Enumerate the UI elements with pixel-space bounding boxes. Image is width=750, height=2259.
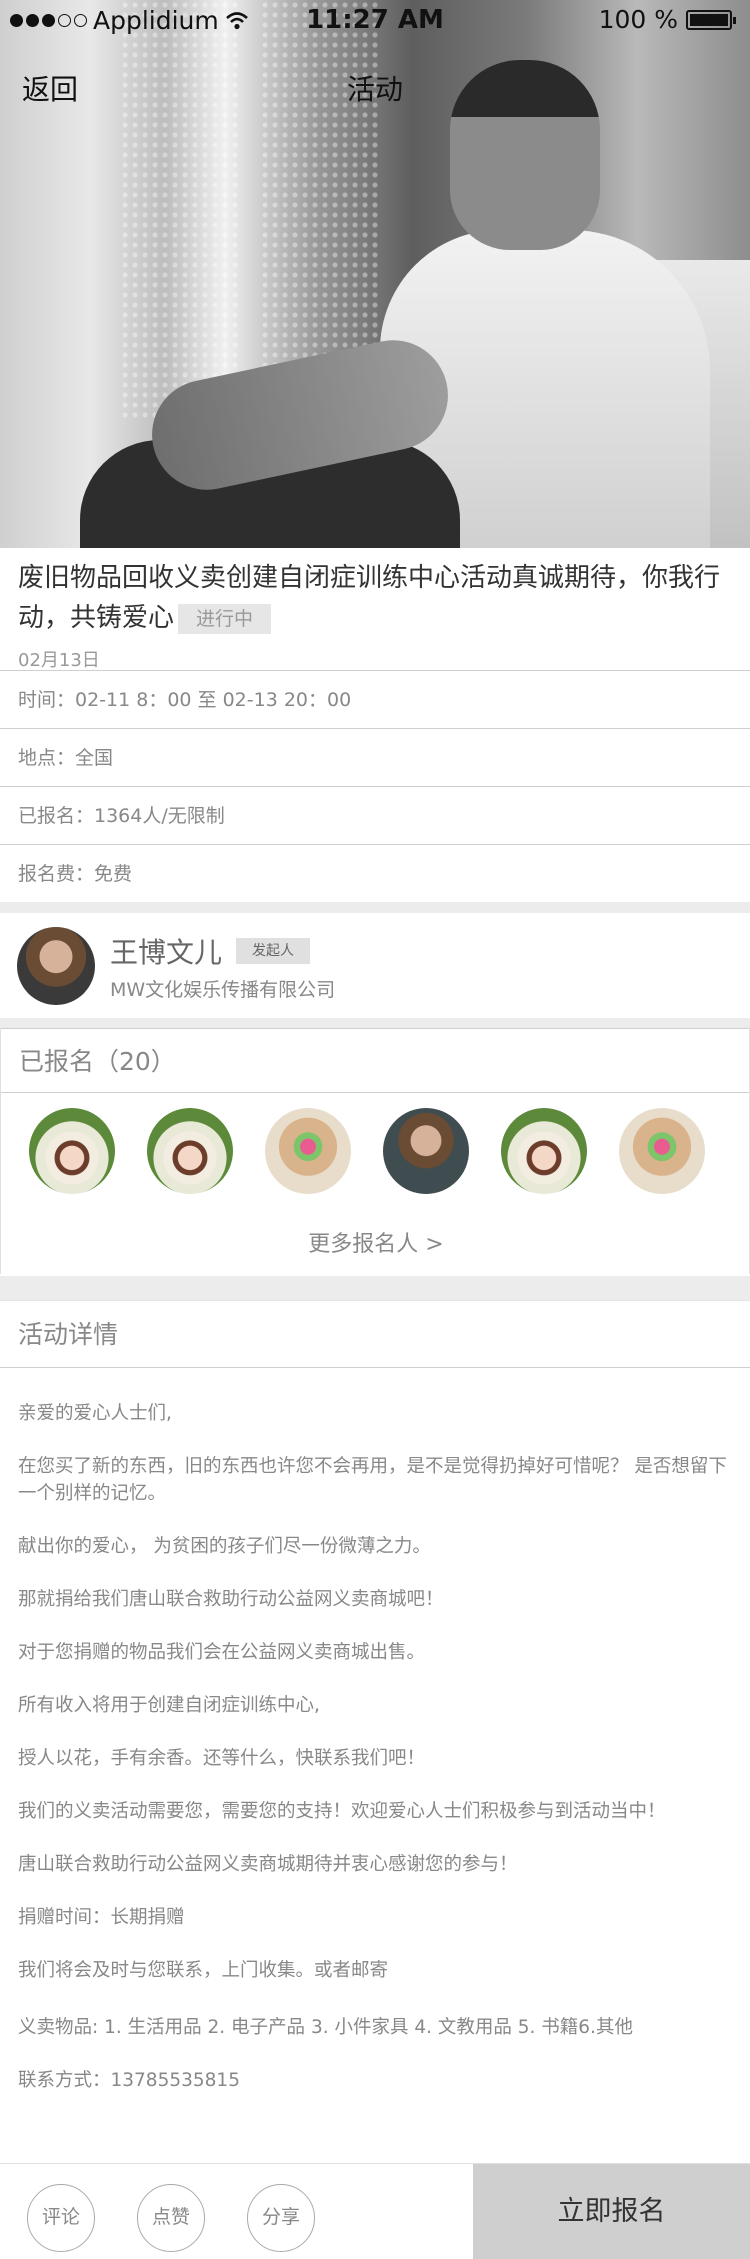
section-divider [0, 902, 750, 913]
detail-paragraph: 对于您捐赠的物品我们会在公益网义卖商城出售。 [18, 1642, 426, 1663]
organizer-tag: 发起人 [236, 938, 310, 964]
nav-bar: 返回 活动 [0, 64, 750, 108]
page-title: 活动 [346, 73, 403, 106]
attendee-avatar[interactable] [619, 1108, 705, 1194]
signup-button[interactable]: 立即报名 [473, 2164, 750, 2259]
comment-button[interactable]: 评论 [27, 2184, 95, 2252]
battery-label: 100 % [598, 5, 678, 34]
detail-paragraph: 捐赠时间：长期捐赠 [18, 1907, 185, 1928]
detail-paragraph: 义卖物品: 1. 生活用品 2. 电子产品 3. 小件家具 4. 文教用品 5.… [18, 2017, 633, 2038]
event-title: 废旧物品回收义卖创建自闭症训练中心活动真诚期待，你我行动，共铸爱心 进行中 [18, 558, 732, 638]
organizer-avatar[interactable] [17, 927, 95, 1005]
registered-section: 已报名（20） 更多报名人 > [0, 1028, 750, 1274]
event-title-block: 废旧物品回收义卖创建自闭症训练中心活动真诚期待，你我行动，共铸爱心 进行中 02月… [0, 548, 750, 672]
section-divider [0, 1276, 750, 1300]
registered-header: 已报名（20） [1, 1028, 749, 1093]
detail-paragraph: 在您买了新的东西，旧的东西也许您不会再用，是不是觉得扔掉好可惜呢？ 是否想留下一… [18, 1456, 727, 1504]
details-header: 活动详情 [0, 1300, 750, 1368]
attendee-avatar-list [29, 1108, 705, 1194]
detail-paragraph: 联系方式：13785535815 [18, 2070, 240, 2091]
organizer-card[interactable]: 王博文儿 发起人 MW文化娱乐传播有限公司 [0, 913, 750, 1018]
status-badge: 进行中 [178, 603, 272, 634]
detail-paragraph: 献出你的爱心， 为贫困的孩子们尽一份微薄之力。 [18, 1536, 431, 1557]
section-divider [0, 1018, 750, 1028]
status-bar: Applidium 11:27 AM 100 % [0, 0, 750, 40]
details-body: 亲爱的爱心人士们, 在您买了新的东西，旧的东西也许您不会再用，是不是觉得扔掉好可… [18, 1400, 730, 2120]
event-title-text: 废旧物品回收义卖创建自闭症训练中心活动真诚期待，你我行动，共铸爱心 [18, 563, 721, 633]
battery-icon [686, 9, 736, 30]
share-button[interactable]: 分享 [247, 2184, 315, 2252]
attendee-avatar[interactable] [383, 1108, 469, 1194]
detail-paragraph: 亲爱的爱心人士们, [18, 1403, 172, 1424]
info-time: 时间：02-11 8：00 至 02-13 20：00 [0, 671, 750, 729]
window-lace [120, 0, 240, 420]
attendee-avatar[interactable] [265, 1108, 351, 1194]
detail-paragraph: 那就捐给我们唐山联合救助行动公益网义卖商城吧！ [18, 1589, 444, 1610]
more-attendees-link[interactable]: 更多报名人 > [1, 1226, 750, 1258]
detail-paragraph: 授人以花，手有余香。还等什么，快联系我们吧！ [18, 1748, 426, 1769]
status-right: 100 % [598, 5, 736, 34]
detail-paragraph: 我们将会及时与您联系，上门收集。或者邮寄 [18, 1960, 389, 1981]
event-info-list: 时间：02-11 8：00 至 02-13 20：00 地点：全国 已报名：13… [0, 670, 750, 903]
organizer-company: MW文化娱乐传播有限公司 [110, 979, 336, 1001]
detail-paragraph: 唐山联合救助行动公益网义卖商城期待并衷心感谢您的参与！ [18, 1854, 518, 1875]
attendee-avatar[interactable] [147, 1108, 233, 1194]
event-date: 02月13日 [18, 650, 100, 671]
info-location: 地点：全国 [0, 729, 750, 787]
attendee-avatar[interactable] [501, 1108, 587, 1194]
detail-paragraph: 所有收入将用于创建自闭症训练中心, [18, 1695, 320, 1716]
bottom-action-bar: 评论 点赞 分享 立即报名 [0, 2163, 750, 2259]
detail-paragraph: 我们的义卖活动需要您，需要您的支持！欢迎爱心人士们积极参与到活动当中！ [18, 1801, 666, 1822]
info-fee: 报名费：免费 [0, 845, 750, 903]
info-registered-count: 已报名：1364人/无限制 [0, 787, 750, 845]
attendee-avatar[interactable] [29, 1108, 115, 1194]
like-button[interactable]: 点赞 [137, 2184, 205, 2252]
organizer-name: 王博文儿 [110, 936, 223, 969]
